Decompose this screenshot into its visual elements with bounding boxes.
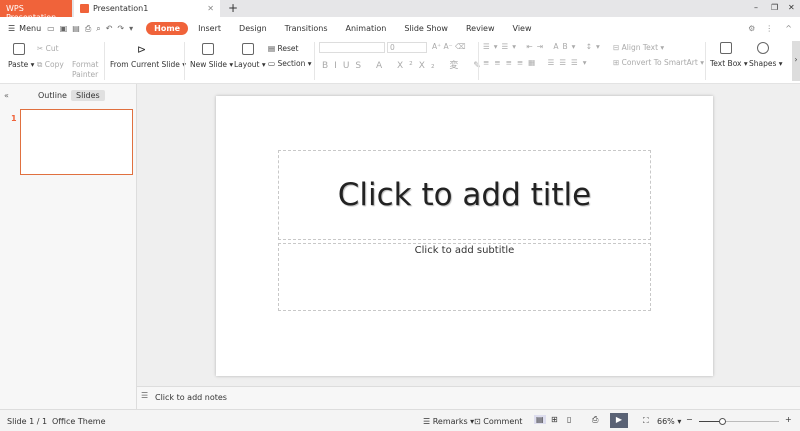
status-bar: Slide 1 / 1 Office Theme ☰ Remarks ▾ ⊡ C…	[0, 409, 800, 431]
title-bar: WPS Presentation Presentation1 ✕ + – ❐ ✕	[0, 0, 800, 22]
paste-button[interactable]: Paste ▾	[8, 60, 34, 69]
new-slide-button[interactable]: New Slide ▾	[190, 60, 233, 69]
layout-icon	[242, 43, 254, 55]
app-tab[interactable]: WPS Presentation	[0, 0, 72, 22]
theme-name[interactable]: Office Theme	[52, 417, 106, 426]
play-icon: ⊳	[137, 43, 147, 56]
editing-area: Click to add title Click to add subtitle…	[137, 84, 800, 409]
from-current-slide-button[interactable]: From Current Slide ▾	[110, 60, 186, 69]
section-button[interactable]: ▭ Section ▾	[268, 59, 312, 68]
fit-window-icon[interactable]: ⛶	[643, 416, 649, 426]
cut-button[interactable]: ✂ Cut	[37, 44, 59, 53]
align-text-button[interactable]: ⊟ Align Text ▾	[613, 43, 664, 52]
remarks-button[interactable]: ☰ Remarks ▾	[423, 417, 474, 426]
font-size-buttons[interactable]: A⁺ A⁻ ⌫	[432, 42, 466, 51]
ribbon-scroll-right[interactable]: ›	[792, 41, 800, 81]
tab-slide-show[interactable]: Slide Show	[396, 22, 456, 35]
list-buttons[interactable]: ☰▾☰▾ ⇤⇥ AB▾ ↕▾	[483, 42, 604, 51]
play-slideshow-button[interactable]: ▶	[610, 413, 628, 428]
slide-number: 1	[11, 114, 17, 123]
notes-icon: ☰	[141, 391, 149, 400]
paste-icon	[13, 43, 25, 55]
tab-animation[interactable]: Animation	[338, 22, 395, 35]
quick-access-icons[interactable]: ▭▣▤⎙⌕↶↷▾	[47, 24, 138, 34]
zoom-select[interactable]: 66% ▾	[657, 417, 681, 426]
zoom-slider[interactable]	[699, 418, 779, 425]
close-window-button[interactable]: ✕	[788, 3, 795, 12]
subtitle-placeholder[interactable]: Click to add subtitle	[278, 243, 651, 311]
font-size-select[interactable]: 0	[387, 42, 427, 53]
document-tab[interactable]: Presentation1 ✕	[74, 0, 220, 17]
zoom-slider-handle[interactable]	[719, 418, 726, 425]
restore-button[interactable]: ❐	[771, 3, 778, 12]
format-painter-label-2: Painter	[72, 70, 99, 79]
reset-button[interactable]: ▤ Reset	[268, 44, 298, 53]
slides-panel: « Outline Slides 1	[0, 84, 137, 409]
text-box-button[interactable]: Text Box ▾	[710, 59, 748, 68]
hamburger-icon[interactable]: ☰	[8, 24, 15, 33]
notes-area[interactable]: ☰ Click to add notes	[137, 386, 800, 409]
tab-insert[interactable]: Insert	[190, 22, 229, 35]
sorter-view-button[interactable]: ⊞	[551, 415, 558, 424]
ribbon: Paste ▾ ✂ Cut ⧉ Copy Format Painter ⊳ Fr…	[0, 39, 800, 84]
presenter-icon[interactable]: ⎙	[592, 415, 598, 425]
normal-view-button[interactable]: ▤	[534, 415, 546, 424]
tab-home[interactable]: Home	[146, 22, 189, 35]
tab-outline[interactable]: Outline	[38, 91, 67, 100]
new-tab-button[interactable]: +	[228, 1, 238, 15]
tab-transitions[interactable]: Transitions	[277, 22, 336, 35]
collapse-panel-icon[interactable]: «	[4, 91, 9, 100]
zoom-in-button[interactable]: +	[785, 415, 792, 424]
tab-design[interactable]: Design	[231, 22, 275, 35]
menu-row: ☰ Menu ▭▣▤⎙⌕↶↷▾ Home Insert Design Trans…	[0, 18, 800, 39]
document-tab-label: Presentation1	[93, 4, 149, 13]
settings-icon[interactable]: ⚙	[748, 24, 755, 33]
slide-info: Slide 1 / 1	[7, 417, 48, 426]
tab-slides[interactable]: Slides	[71, 90, 105, 101]
layout-button[interactable]: Layout ▾	[234, 60, 266, 69]
title-placeholder[interactable]: Click to add title	[278, 150, 651, 240]
more-icon[interactable]: ⋮	[765, 24, 773, 33]
presentation-icon	[80, 4, 89, 13]
shapes-button[interactable]: Shapes ▾	[749, 59, 783, 68]
text-box-icon	[720, 42, 732, 54]
shapes-icon	[757, 42, 769, 54]
collapse-ribbon-icon[interactable]: ^	[785, 24, 792, 33]
comment-button[interactable]: ⊡ Comment	[474, 417, 522, 426]
slide-thumbnail[interactable]	[20, 109, 133, 175]
zoom-out-button[interactable]: −	[686, 415, 693, 424]
convert-smartart-button[interactable]: ⊞ Convert To SmartArt ▾	[613, 58, 704, 67]
tab-view[interactable]: View	[505, 22, 540, 35]
format-painter-button[interactable]: Format	[72, 60, 98, 69]
slide-canvas[interactable]: Click to add title Click to add subtitle	[216, 96, 713, 376]
new-slide-icon	[202, 43, 214, 55]
font-name-select[interactable]	[319, 42, 385, 53]
copy-button[interactable]: ⧉ Copy	[37, 60, 64, 70]
menu-button[interactable]: Menu	[19, 24, 41, 33]
notes-placeholder: Click to add notes	[155, 393, 227, 402]
close-tab-icon[interactable]: ✕	[207, 4, 214, 13]
tab-review[interactable]: Review	[458, 22, 503, 35]
reading-view-button[interactable]: ▯	[567, 415, 571, 424]
alignment-buttons[interactable]: ≡≡≡≡▦ ☰☰☰▾	[483, 58, 592, 67]
font-style-buttons[interactable]: BIUS A X²X₂ 変 ✎	[322, 58, 487, 71]
minimize-button[interactable]: –	[754, 3, 758, 12]
